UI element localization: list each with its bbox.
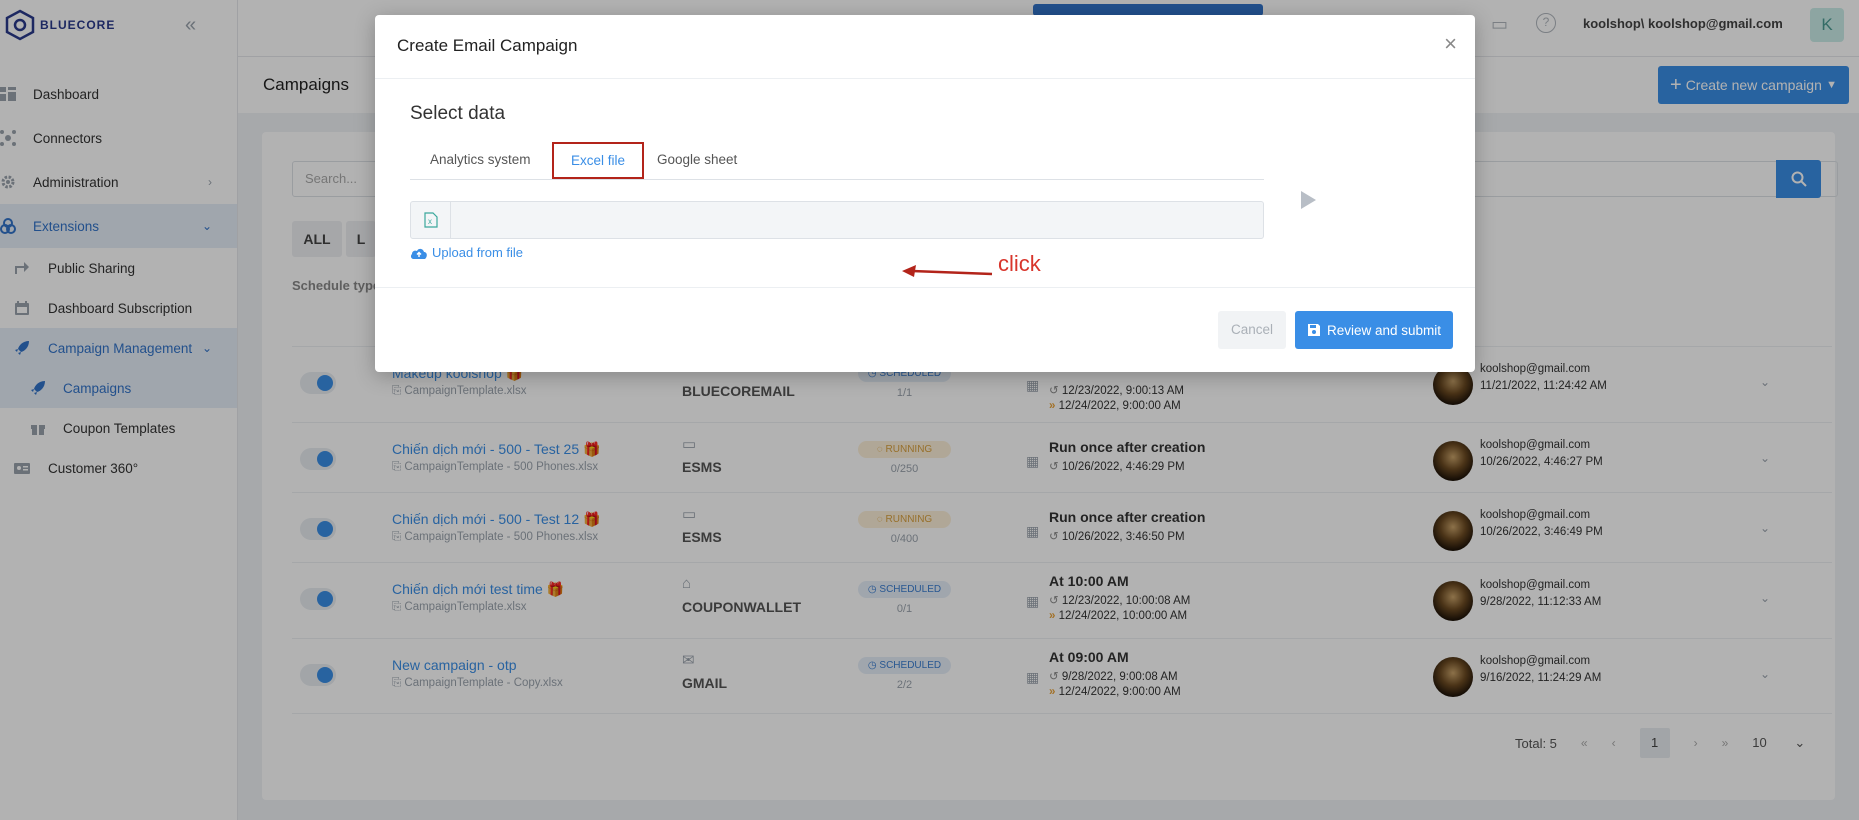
upload-label: Upload from file — [432, 245, 524, 260]
annotation-text: click — [998, 251, 1041, 276]
section-title: Select data — [410, 103, 506, 124]
play-icon[interactable] — [1301, 191, 1316, 209]
save-icon — [1307, 324, 1320, 336]
cloud-upload-icon — [410, 248, 427, 259]
annotation-arrow — [902, 265, 993, 277]
file-input[interactable]: x — [410, 201, 1264, 239]
data-source-tabs: Analytics system Excel file Google sheet — [410, 142, 1264, 180]
tab-analytics-system[interactable]: Analytics system — [410, 142, 551, 179]
dialog-header: Create Email Campaign × — [375, 15, 1475, 79]
tab-excel-file[interactable]: Excel file — [552, 142, 645, 179]
cancel-button[interactable]: Cancel — [1218, 311, 1286, 349]
divider — [375, 287, 1475, 288]
submit-label: Review and submit — [1326, 322, 1442, 338]
svg-text:x: x — [428, 217, 432, 226]
close-icon[interactable]: × — [1444, 33, 1457, 55]
tab-google-sheet[interactable]: Google sheet — [637, 142, 757, 179]
upload-from-file-link[interactable]: Upload from file — [410, 245, 523, 260]
create-email-campaign-dialog: Create Email Campaign × Select data Anal… — [375, 15, 1475, 372]
excel-file-icon: x — [411, 202, 451, 238]
dialog-title: Create Email Campaign — [397, 36, 578, 55]
review-and-submit-button[interactable]: Review and submit — [1295, 311, 1453, 349]
